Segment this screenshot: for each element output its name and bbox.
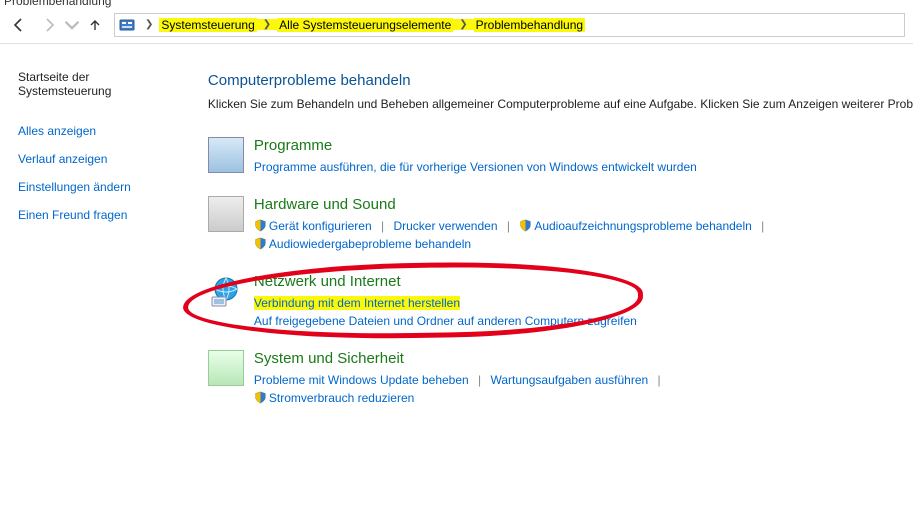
system-icon (208, 350, 244, 386)
chevron-right-icon: ❯ (139, 19, 159, 30)
category-hardware: Hardware und Sound Gerät konfigurieren |… (208, 196, 913, 253)
separator: | (658, 373, 661, 387)
sidebar: Startseite der Systemsteuerung Alles anz… (0, 50, 178, 513)
address-bar[interactable]: ❯ Systemsteuerung ❯ Alle Systemsteuerung… (114, 13, 905, 37)
page-title: Computerprobleme behandeln (208, 72, 913, 89)
separator: | (761, 219, 764, 233)
category-network: Netzwerk und Internet Verbindung mit dem… (208, 273, 913, 330)
category-programs: Programme Programme ausführen, die für v… (208, 137, 913, 176)
nav-bar: ❯ Systemsteuerung ❯ Alle Systemsteuerung… (0, 6, 913, 44)
control-panel-home-link[interactable]: Startseite der Systemsteuerung (18, 70, 160, 98)
separator: | (478, 373, 481, 387)
recent-dropdown[interactable] (64, 10, 80, 40)
link-maintenance-tasks[interactable]: Wartungsaufgaben ausführen (491, 373, 649, 387)
page-subtitle: Klicken Sie zum Behandeln und Beheben al… (208, 97, 913, 111)
category-title-programs[interactable]: Programme (254, 137, 697, 154)
link-audio-recording[interactable]: Audioaufzeichnungsprobleme behandeln (534, 219, 752, 233)
link-windows-update[interactable]: Probleme mit Windows Update beheben (254, 373, 469, 387)
forward-button[interactable] (34, 10, 64, 40)
hardware-icon (208, 196, 244, 232)
control-panel-icon (119, 17, 135, 33)
link-audio-playback[interactable]: Audiowiedergabeprobleme behandeln (269, 237, 471, 251)
chevron-right-icon: ❯ (453, 19, 473, 30)
category-title-hardware[interactable]: Hardware und Sound (254, 196, 770, 213)
back-button[interactable] (4, 10, 34, 40)
separator: | (381, 219, 384, 233)
link-power-consumption[interactable]: Stromverbrauch reduzieren (269, 391, 414, 405)
shield-icon (254, 237, 267, 250)
breadcrumb-item[interactable]: Systemsteuerung (159, 18, 256, 32)
shield-icon (254, 219, 267, 232)
link-configure-device[interactable]: Gerät konfigurieren (269, 219, 372, 233)
breadcrumb-item[interactable]: Alle Systemsteuerungselemente (277, 18, 453, 32)
category-title-system[interactable]: System und Sicherheit (254, 350, 667, 367)
sidebar-link-show-all[interactable]: Alles anzeigen (18, 124, 160, 138)
shield-icon (254, 391, 267, 404)
sidebar-link-settings[interactable]: Einstellungen ändern (18, 180, 160, 194)
link-use-printer[interactable]: Drucker verwenden (393, 219, 497, 233)
category-system: System und Sicherheit Probleme mit Windo… (208, 350, 913, 407)
category-title-network[interactable]: Netzwerk und Internet (254, 273, 637, 290)
separator: | (507, 219, 510, 233)
shield-icon (519, 219, 532, 232)
sidebar-link-ask-friend[interactable]: Einen Freund fragen (18, 208, 160, 222)
breadcrumb-item[interactable]: Problembehandlung (474, 18, 585, 32)
link-access-shared-files[interactable]: Auf freigegebene Dateien und Ordner auf … (254, 314, 637, 328)
main-panel: Computerprobleme behandeln Klicken Sie z… (178, 50, 913, 513)
programs-icon (208, 137, 244, 173)
sidebar-link-history[interactable]: Verlauf anzeigen (18, 152, 160, 166)
chevron-right-icon: ❯ (257, 19, 277, 30)
link-connect-internet[interactable]: Verbindung mit dem Internet herstellen (254, 296, 460, 310)
network-icon (208, 273, 244, 309)
up-button[interactable] (80, 10, 110, 40)
link-run-legacy-programs[interactable]: Programme ausführen, die für vorherige V… (254, 160, 697, 174)
window-title-partial: Problembehandlung (4, 0, 111, 8)
